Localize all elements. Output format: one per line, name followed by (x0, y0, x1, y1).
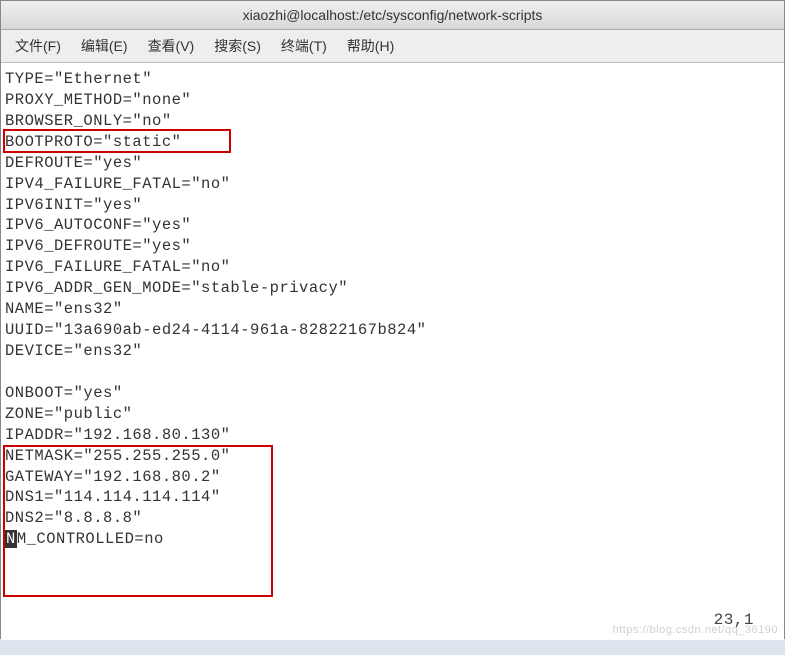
config-line: TYPE="Ethernet" (5, 70, 152, 88)
config-line: DNS2="8.8.8.8" (5, 509, 142, 527)
vi-cursor: N (5, 530, 17, 548)
menu-help[interactable]: 帮助(H) (341, 34, 400, 58)
config-line: UUID="13a690ab-ed24-4114-961a-82822167b8… (5, 321, 426, 339)
config-line: PROXY_METHOD="none" (5, 91, 191, 109)
config-line: M_CONTROLLED=no (17, 530, 164, 548)
config-line: NETMASK="255.255.255.0" (5, 447, 230, 465)
config-line: IPV6_ADDR_GEN_MODE="stable-privacy" (5, 279, 348, 297)
terminal-content[interactable]: TYPE="Ethernet" PROXY_METHOD="none" BROW… (1, 63, 784, 640)
config-line: DNS1="114.114.114.114" (5, 488, 221, 506)
config-line: GATEWAY="192.168.80.2" (5, 468, 221, 486)
config-line: DEFROUTE="yes" (5, 154, 142, 172)
menu-edit[interactable]: 编辑(E) (75, 34, 134, 58)
menu-terminal[interactable]: 终端(T) (275, 34, 333, 58)
terminal-window: xiaozhi@localhost:/etc/sysconfig/network… (0, 0, 785, 639)
config-line: BROWSER_ONLY="no" (5, 112, 172, 130)
window-title: xiaozhi@localhost:/etc/sysconfig/network… (243, 7, 543, 23)
config-line: IPV6_DEFROUTE="yes" (5, 237, 191, 255)
config-line: IPV6_FAILURE_FATAL="no" (5, 258, 230, 276)
config-line: IPV6INIT="yes" (5, 196, 142, 214)
config-line: ONBOOT="yes" (5, 384, 123, 402)
menu-view[interactable]: 查看(V) (142, 34, 201, 58)
config-line-bootproto: BOOTPROTO="static" (5, 133, 181, 151)
config-line: NAME="ens32" (5, 300, 123, 318)
menubar: 文件(F) 编辑(E) 查看(V) 搜索(S) 终端(T) 帮助(H) (1, 30, 784, 63)
menu-file[interactable]: 文件(F) (9, 34, 67, 58)
menu-search[interactable]: 搜索(S) (208, 34, 267, 58)
watermark-text: https://blog.csdn.net/qq_36190 (613, 623, 778, 638)
config-line: IPV6_AUTOCONF="yes" (5, 216, 191, 234)
config-line: IPV4_FAILURE_FATAL="no" (5, 175, 230, 193)
config-line: IPADDR="192.168.80.130" (5, 426, 230, 444)
config-line: ZONE="public" (5, 405, 132, 423)
config-line: DEVICE="ens32" (5, 342, 142, 360)
window-titlebar: xiaozhi@localhost:/etc/sysconfig/network… (1, 1, 784, 30)
